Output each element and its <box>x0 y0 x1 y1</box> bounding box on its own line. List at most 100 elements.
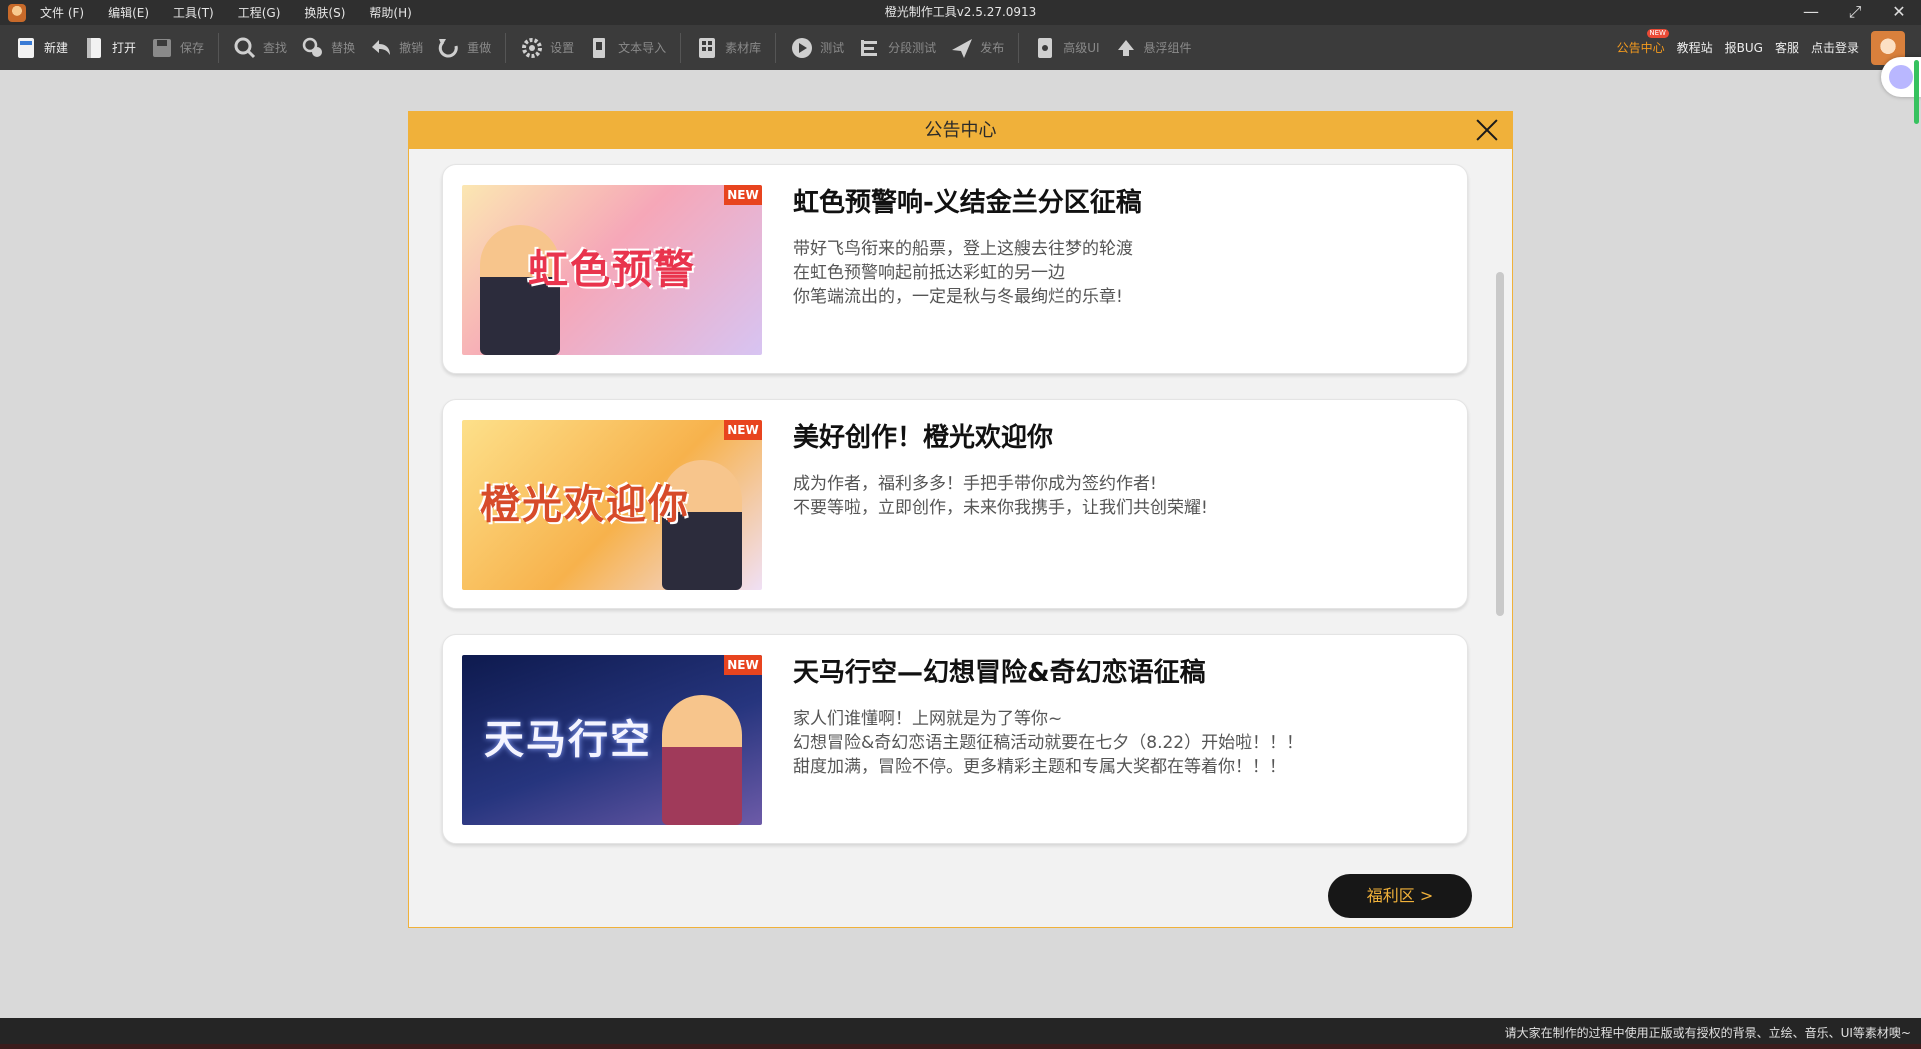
gear-icon <box>522 37 543 58</box>
open-file-icon <box>87 37 102 58</box>
announcement-card[interactable]: 虹色预警 NEW 虹色预警响-义结金兰分区征稿 带好飞鸟衔来的船票，登上这艘去往… <box>442 164 1468 374</box>
save-button[interactable]: 保存 <box>150 30 204 66</box>
menu-file[interactable]: 文件 (F) <box>40 4 84 21</box>
close-icon[interactable] <box>1474 117 1500 143</box>
side-progress-indicator <box>1914 60 1919 124</box>
banner-caption: 橙光欢迎你 <box>480 481 690 528</box>
find-label: 查找 <box>263 41 288 55</box>
announcements-link[interactable]: 公告中心 NEW <box>1616 29 1669 56</box>
test-button[interactable]: 测试 <box>790 30 844 66</box>
text-import-button[interactable]: 文本导入 <box>588 30 666 66</box>
publish-label: 发布 <box>980 41 1005 55</box>
login-link[interactable]: 点击登录 <box>1811 39 1859 56</box>
open-button[interactable]: 打开 <box>82 30 136 66</box>
dialog-header: 公告中心 <box>409 112 1512 149</box>
description-line: 你笔端流出的，一定是秋与冬最绚烂的乐章! <box>793 287 1123 307</box>
report-bug-link[interactable]: 报BUG <box>1725 39 1763 56</box>
announcement-card[interactable]: 天马行空 NEW 天马行空—幻想冒险&奇幻恋语征稿 家人们谁懂啊！上网就是为了等… <box>442 634 1468 844</box>
announcement-title[interactable]: 虹色预警响-义结金兰分区征稿 <box>793 182 1142 219</box>
window-controls: — ⤢ ✕ <box>1789 0 1921 25</box>
minimize-icon[interactable]: — <box>1789 0 1833 25</box>
advanced-ui-label: 高级UI <box>1063 41 1100 55</box>
branch-test-button[interactable]: 分段测试 <box>858 30 936 66</box>
new-label: 新建 <box>44 41 69 55</box>
restore-icon[interactable]: ⤢ <box>1833 0 1877 25</box>
menu-edit[interactable]: 编辑(E) <box>108 4 149 21</box>
app-logo-icon <box>8 3 26 22</box>
replace-button[interactable]: 替换 <box>301 30 355 66</box>
welfare-zone-button[interactable]: 福利区 > <box>1328 874 1472 918</box>
float-component-label: 悬浮组件 <box>1143 41 1192 55</box>
toolbar-right-links: 公告中心 NEW 教程站 报BUG 客服 点击登录 <box>1605 25 1921 70</box>
dialog-title: 公告中心 <box>924 120 997 141</box>
toolbar-divider <box>680 32 682 63</box>
assistant-face-icon <box>1889 65 1913 89</box>
taskbar-edge <box>0 1044 1921 1049</box>
redo-button[interactable]: 重做 <box>437 30 491 66</box>
toolbar-divider <box>218 32 220 63</box>
menu-project[interactable]: 工程(G) <box>238 4 281 21</box>
menu-tools[interactable]: 工具(T) <box>173 4 214 21</box>
branch-test-label: 分段测试 <box>888 41 937 55</box>
advanced-ui-button[interactable]: 高级UI <box>1033 30 1100 66</box>
title-bar: 文件 (F) 编辑(E) 工具(T) 工程(G) 换肤(S) 帮助(H) 橙光制… <box>0 0 1921 25</box>
new-badge: NEW <box>724 185 762 205</box>
announcement-banner[interactable]: 虹色预警 NEW <box>462 185 762 355</box>
announcement-title[interactable]: 美好创作！橙光欢迎你 <box>793 417 1053 454</box>
advanced-ui-icon <box>1038 37 1053 58</box>
description-line: 不要等啦，立即创作，未来你我携手，让我们共创荣耀! <box>793 498 1208 518</box>
toolbar: 新建 打开 保存 查找 替换 撤销 重做 设置 文本导入 素材库 测试 分段测试… <box>0 25 1921 70</box>
new-file-icon <box>18 37 34 58</box>
new-badge: NEW <box>724 420 762 440</box>
redo-label: 重做 <box>467 41 492 55</box>
replace-icon <box>302 37 323 57</box>
search-icon <box>234 37 256 58</box>
scrollbar-thumb[interactable] <box>1496 272 1504 616</box>
toolbar-divider <box>505 32 507 63</box>
tutorials-link[interactable]: 教程站 <box>1677 39 1713 56</box>
paper-plane-icon <box>952 38 973 58</box>
new-badge: NEW <box>724 655 762 675</box>
menu-help[interactable]: 帮助(H) <box>369 4 411 21</box>
find-button[interactable]: 查找 <box>233 30 287 66</box>
text-import-label: 文本导入 <box>618 41 667 55</box>
undo-icon <box>372 39 391 55</box>
support-link[interactable]: 客服 <box>1775 39 1799 56</box>
description-line: 家人们谁懂啊！上网就是为了等你~ <box>793 709 1063 729</box>
description-line: 幻想冒险&奇幻恋语主题征稿活动就要在七夕（8.22）开始啦！！！ <box>793 733 1304 753</box>
replace-label: 替换 <box>331 41 356 55</box>
open-label: 打开 <box>112 41 137 55</box>
save-label: 保存 <box>180 41 205 55</box>
branch-test-icon <box>861 39 878 56</box>
close-window-icon[interactable]: ✕ <box>1877 0 1921 25</box>
new-badge: NEW <box>1646 29 1669 38</box>
description-line: 成为作者，福利多多！手把手带你成为签约作者! <box>793 474 1157 494</box>
assets-button[interactable]: 素材库 <box>695 30 761 66</box>
announcement-banner[interactable]: 天马行空 NEW <box>462 655 762 825</box>
announcement-title[interactable]: 天马行空—幻想冒险&奇幻恋语征稿 <box>793 652 1206 689</box>
description-line: 在虹色预警响起前抵达彩虹的另一边 <box>793 263 1065 283</box>
announcement-description: 家人们谁懂啊！上网就是为了等你~ 幻想冒险&奇幻恋语主题征稿活动就要在七夕（8.… <box>793 707 1303 779</box>
new-button[interactable]: 新建 <box>14 30 68 66</box>
status-bar: 请大家在制作的过程中使用正版或有授权的背景、立绘、音乐、UI等素材噢~ <box>0 1018 1921 1049</box>
publish-button[interactable]: 发布 <box>950 30 1004 66</box>
text-import-icon <box>593 37 606 58</box>
settings-label: 设置 <box>550 41 575 55</box>
description-line: 带好飞鸟衔来的船票，登上这艘去往梦的轮渡 <box>793 239 1133 259</box>
settings-button[interactable]: 设置 <box>520 30 574 66</box>
status-message: 请大家在制作的过程中使用正版或有授权的背景、立绘、音乐、UI等素材噢~ <box>1504 1026 1911 1040</box>
banner-caption: 虹色预警 <box>528 246 696 293</box>
undo-button[interactable]: 撤销 <box>369 30 423 66</box>
undo-label: 撤销 <box>399 41 424 55</box>
announcement-banner[interactable]: 橙光欢迎你 NEW <box>462 420 762 590</box>
announcement-card[interactable]: 橙光欢迎你 NEW 美好创作！橙光欢迎你 成为作者，福利多多！手把手带你成为签约… <box>442 399 1468 609</box>
save-icon <box>153 38 172 57</box>
play-icon <box>792 37 813 58</box>
announcements-label: 公告中心 <box>1616 41 1665 55</box>
float-component-button[interactable]: 悬浮组件 <box>1114 30 1192 66</box>
test-label: 测试 <box>820 41 845 55</box>
toolbar-divider <box>1018 32 1020 63</box>
menu-skin[interactable]: 换肤(S) <box>304 4 345 21</box>
float-component-icon <box>1117 39 1134 56</box>
announcement-list[interactable]: 虹色预警 NEW 虹色预警响-义结金兰分区征稿 带好飞鸟衔来的船票，登上这艘去往… <box>409 149 1512 852</box>
